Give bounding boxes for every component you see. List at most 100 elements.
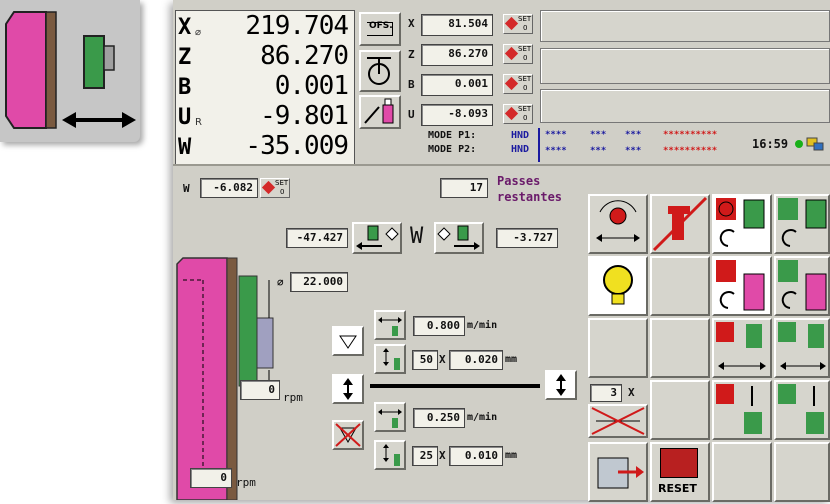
passes-label-1: Passes [497,174,541,188]
feed-start-icon [778,384,824,434]
coolant-off-button[interactable] [650,194,710,254]
set-button-u[interactable]: SET 0 [503,104,533,124]
set-field-u[interactable]: -8.093 [421,104,493,126]
passes-count[interactable]: 17 [440,178,488,198]
rpm-upper-unit: rpm [283,391,303,404]
axis-letter-z: Z [178,45,192,70]
face-turning-icon [5,11,136,129]
network-icon [806,136,824,151]
exit-button[interactable] [588,442,648,502]
crossed-cycle-icon [591,407,645,435]
feed-start-button[interactable] [774,380,830,440]
step-upper-unit: mm [505,354,518,365]
w-set-button[interactable]: SET 0 [260,178,290,198]
feed-upper-icon-button[interactable] [374,310,406,340]
step-lower-field[interactable]: 0.010 [449,446,503,466]
message-box-3 [540,89,830,123]
step-lower-x: X [439,449,446,462]
spindle-cw-pink-icon [716,260,765,311]
step-lower-unit: mm [505,450,518,461]
set-axis-z: Z [408,48,415,61]
finish-cut-button[interactable] [332,326,364,356]
spindle-cw-icon [716,198,765,247]
set-diamond-icon [504,106,519,121]
axis-value-b: 0.001 [274,71,349,101]
depth-step-icon [383,348,400,370]
axis-letter-b: B [178,75,192,100]
empty-button-3[interactable] [650,318,710,378]
axis-value-x: 219.704 [245,11,349,41]
w-right-button[interactable] [434,222,484,254]
exit-arrow-icon [597,457,644,489]
set-field-x[interactable]: 81.504 [421,14,493,36]
feed-stop-button[interactable] [712,380,772,440]
axis-value-u: -9.801 [260,101,349,131]
empty-button-5[interactable] [712,442,772,502]
axis-start-icon [778,322,826,370]
ofs-button[interactable]: OFS. [359,12,401,46]
axis-stop-button[interactable] [712,318,772,378]
turret-icon [596,200,640,242]
coolant-crossed-icon [652,196,708,252]
spindle-cw-stop-button[interactable] [712,194,772,254]
empty-button-6[interactable] [774,442,830,502]
step-lower-icon-button[interactable] [374,440,406,470]
w-right-arrow-icon [437,225,480,250]
spindle-ccw-pink-icon [778,260,827,311]
cancel-cycle-button[interactable] [588,404,648,438]
separator [173,164,830,166]
disable-cut-button[interactable] [332,420,364,450]
set-diamond-icon [504,46,519,61]
spindle-direction-button[interactable] [359,50,401,92]
rpm-upper-field[interactable]: 0 [240,380,280,400]
feed-lower-field[interactable]: 0.250 [413,408,465,428]
diameter-field[interactable]: 22.000 [290,272,348,292]
axis-sub-x: ⌀ [195,27,202,38]
empty-button-2[interactable] [588,318,648,378]
step-upper-count[interactable]: 50 [412,350,438,370]
reset-button[interactable]: RESET [650,442,710,502]
rpm-lower-field[interactable]: 0 [190,468,232,488]
depth-arrow-icon [556,374,566,396]
mode-p2-star-1: **** [545,146,567,156]
empty-button-4[interactable] [650,380,710,440]
feed-lower-icon-button[interactable] [374,402,406,432]
mode-p1-value: HND [511,130,530,141]
depth-step-icon [383,444,400,466]
tool-mode-thumbnail[interactable] [0,0,140,142]
mode-p1-label: MODE P1: [428,130,477,141]
counter-field[interactable]: 3 [590,384,622,402]
set-button-x[interactable]: SET 0 [503,14,533,34]
axis-start-button[interactable] [774,318,830,378]
rough-cut-button[interactable] [332,374,364,404]
set-axis-b: B [408,78,415,91]
spindle-ccw-start-button[interactable] [774,194,830,254]
tool-change-button[interactable] [588,194,648,254]
tool-offset-button[interactable] [359,95,401,129]
feed-rate-icon [378,409,402,428]
mode-p2-value: HND [511,144,530,155]
reset-icon [660,448,698,478]
axis-sub-u: R [195,117,202,128]
feed-upper-field[interactable]: 0.800 [413,316,465,336]
set-field-z[interactable]: 86.270 [421,44,493,66]
set-field-b[interactable]: 0.001 [421,74,493,96]
finish-triangle-icon [339,335,357,349]
axis-letter-u: U [178,105,192,130]
step-upper-field[interactable]: 0.020 [449,350,503,370]
mode-divider [538,128,540,162]
set-button-b[interactable]: SET 0 [503,74,533,94]
set-axis-u: U [408,108,415,121]
message-box-2 [540,48,830,84]
rpm-lower-unit: rpm [236,476,256,489]
spindle-ccw-workpiece-button[interactable] [774,256,830,316]
step-upper-icon-button[interactable] [374,344,406,374]
w-right-field[interactable]: -3.727 [496,228,558,248]
depth-button[interactable] [545,370,577,400]
step-lower-count[interactable]: 25 [412,446,438,466]
set-button-z[interactable]: SET 0 [503,44,533,64]
empty-button-1[interactable] [650,256,710,316]
spindle-cw-workpiece-button[interactable] [712,256,772,316]
w-field[interactable]: -6.082 [200,178,258,198]
light-button[interactable] [588,256,648,316]
